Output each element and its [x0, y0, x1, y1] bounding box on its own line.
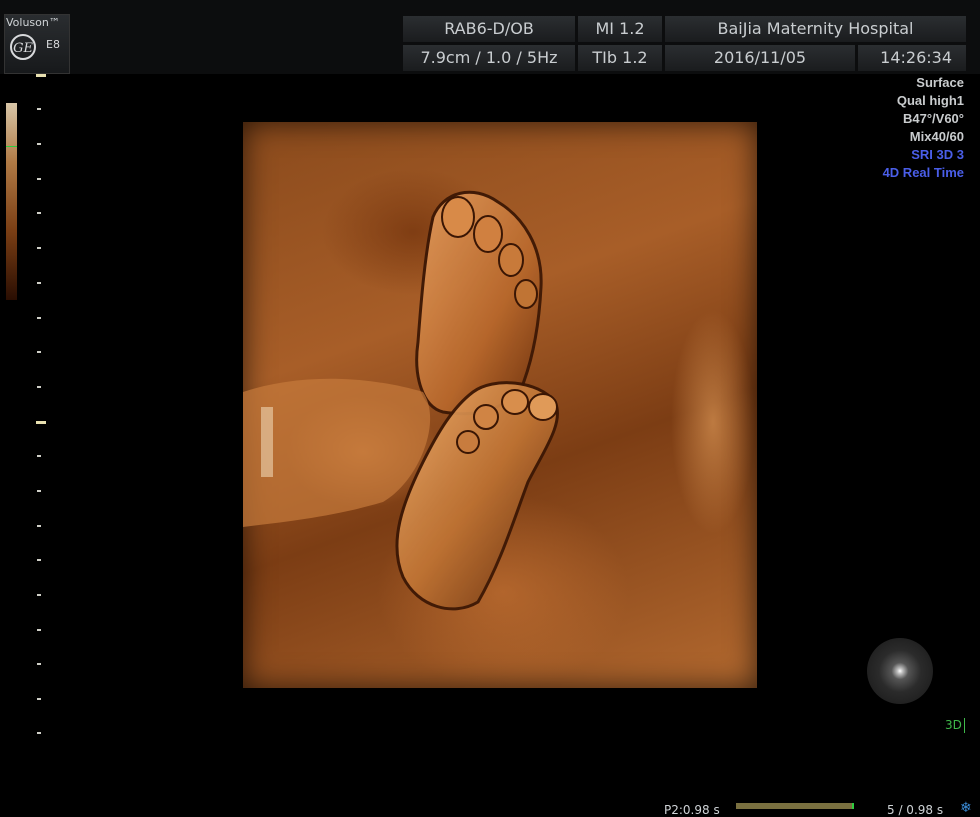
- orientation-ball-icon[interactable]: [867, 638, 933, 704]
- ultrasound-render-image[interactable]: [243, 122, 757, 688]
- probe-label: RAB6-D/OB: [403, 16, 575, 42]
- toe: [456, 430, 480, 454]
- depth-tick: [36, 421, 46, 424]
- render-quality: Qual high1: [896, 93, 964, 108]
- depth-tick: [37, 282, 41, 284]
- toe: [514, 279, 538, 309]
- bright-streak: [261, 407, 273, 477]
- tib-label: TIb 1.2: [578, 45, 662, 71]
- render-angles: B47°/V60°: [903, 111, 964, 126]
- toe: [473, 404, 499, 430]
- bottom-right-readout: 5 / 0.98 s: [887, 803, 944, 817]
- render-shapes: [243, 190, 559, 611]
- toe: [528, 393, 558, 421]
- toe: [498, 243, 524, 277]
- render-mode: 4D Real Time: [882, 165, 964, 180]
- ge-logo-icon: GE: [10, 34, 36, 60]
- render-sri: SRI 3D 3: [911, 147, 964, 162]
- snowflake-icon: ❄: [960, 800, 972, 816]
- hospital-name: BaiJia Maternity Hospital: [665, 16, 966, 42]
- depth-tick: [37, 490, 41, 492]
- date-label: 2016/11/05: [665, 45, 855, 71]
- depth-tick: [37, 698, 41, 700]
- bottom-left-readout: P2:0.98 s: [664, 803, 720, 817]
- depth-tick: [37, 732, 41, 734]
- depth-tick: [37, 629, 41, 631]
- grayscale-marker: [6, 146, 17, 147]
- toe: [501, 389, 529, 415]
- model-label: E8: [46, 38, 60, 51]
- depth-tick: [37, 386, 41, 388]
- depth-tick: [37, 178, 41, 180]
- cine-progress-bar[interactable]: [736, 803, 854, 809]
- depth-tick: [37, 212, 41, 214]
- depth-tick: [37, 247, 41, 249]
- mi-label: MI 1.2: [578, 16, 662, 42]
- scan-params: 7.9cm / 1.0 / 5Hz: [403, 45, 575, 71]
- toe: [473, 215, 503, 253]
- depth-tick: [37, 525, 41, 527]
- mode-3d-indicator: 3D: [945, 718, 965, 733]
- render-mix: Mix40/60: [909, 129, 964, 144]
- depth-tick: [37, 108, 41, 110]
- header-bar: Voluson™ GE E8 RAB6-D/OB MI 1.2 BaiJia M…: [0, 0, 980, 74]
- depth-tick: [37, 559, 41, 561]
- time-label: 14:26:34: [858, 45, 966, 71]
- toe: [441, 196, 475, 238]
- depth-tick: [37, 455, 41, 457]
- render-surface: Surface: [916, 75, 964, 90]
- depth-tick: [37, 351, 41, 353]
- depth-tick: [37, 663, 41, 665]
- grayscale-map-bar: [6, 103, 17, 300]
- depth-tick: [37, 317, 41, 319]
- depth-tick: [37, 143, 41, 145]
- brand-name: Voluson™: [6, 16, 60, 29]
- depth-tick: [37, 594, 41, 596]
- depth-tick: [36, 74, 46, 77]
